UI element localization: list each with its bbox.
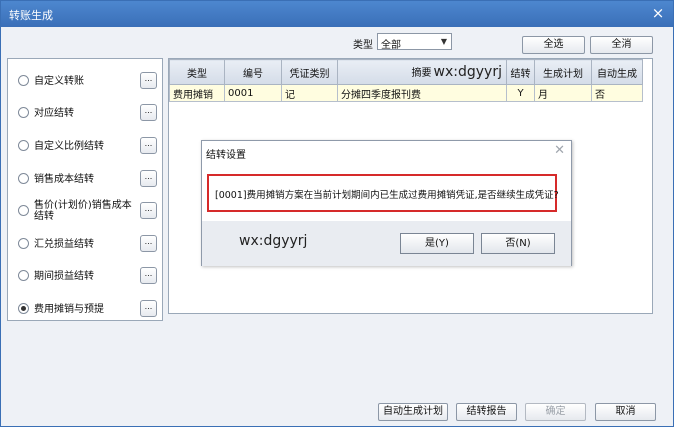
chevron-down-icon: ▼ xyxy=(440,37,447,46)
ok-button[interactable]: 确定 xyxy=(525,403,586,421)
option-label: 销售成本结转 xyxy=(34,174,94,185)
more-button[interactable]: ... xyxy=(140,170,157,187)
radio-icon[interactable] xyxy=(18,205,29,216)
close-icon[interactable]: × xyxy=(649,4,667,22)
yes-button[interactable]: 是(Y) xyxy=(400,233,474,254)
select-all-button[interactable]: 全选 xyxy=(522,36,585,54)
cell-number[interactable]: 0001 xyxy=(224,84,282,102)
more-button[interactable]: ... xyxy=(140,202,157,219)
close-icon[interactable]: ✕ xyxy=(554,143,565,158)
col-auto-header[interactable]: 自动生成 xyxy=(591,59,643,85)
cell-plan[interactable]: 月 xyxy=(534,84,592,102)
col-number-header[interactable]: 编号 xyxy=(224,59,282,85)
cell-summary[interactable]: 分摊四季度报刊费 xyxy=(337,84,507,102)
table-header-row: 类型 编号 凭证类别 摘要 wx:dgyyrj 结转 生成计划 自动生成 xyxy=(169,59,643,85)
cancel-button[interactable]: 取消 xyxy=(595,403,656,421)
radio-icon[interactable] xyxy=(18,238,29,249)
radio-icon[interactable] xyxy=(18,270,29,281)
col-plan-header[interactable]: 生成计划 xyxy=(534,59,592,85)
cell-auto[interactable]: 否 xyxy=(591,84,643,102)
col-transfer-header[interactable]: 结转 xyxy=(506,59,535,85)
cell-voucher-class[interactable]: 记 xyxy=(281,84,338,102)
transfer-report-button[interactable]: 结转报告 xyxy=(456,403,517,421)
clear-all-button[interactable]: 全消 xyxy=(590,36,653,54)
option-label: 对应结转 xyxy=(34,108,74,119)
dialog-title: 结转设置 xyxy=(206,150,246,161)
option-label: 售价(计划价)销售成本结转 xyxy=(34,200,132,222)
option-label: 自定义比例结转 xyxy=(34,141,104,152)
window-title: 转账生成 xyxy=(9,9,53,22)
option-custom-transfer[interactable]: 自定义转账 ... xyxy=(8,67,162,95)
more-button[interactable]: ... xyxy=(140,267,157,284)
option-exchange-gain-loss-transfer[interactable]: 汇兑损益结转 ... xyxy=(8,230,162,258)
title-bar[interactable]: 转账生成 × xyxy=(1,1,673,27)
cell-type[interactable]: 费用摊销 xyxy=(169,84,225,102)
dialog-footer: wx:dgyyrj 是(Y) 否(N) xyxy=(202,221,571,266)
type-filter-value: 全部 xyxy=(381,40,401,51)
option-label: 期间损益结转 xyxy=(34,271,94,282)
watermark-text: wx:dgyyrj xyxy=(239,233,308,249)
no-button[interactable]: 否(N) xyxy=(481,233,555,254)
radio-icon[interactable] xyxy=(18,75,29,86)
option-label: 自定义转账 xyxy=(34,76,84,87)
option-label: 汇兑损益结转 xyxy=(34,239,94,250)
cell-transfer[interactable]: Y xyxy=(506,84,535,102)
dialog-message: [0001]费用摊销方案在当前计划期间内已生成过费用摊销凭证,是否继续生成凭证? xyxy=(215,190,559,201)
col-summary-header[interactable]: 摘要 wx:dgyyrj xyxy=(337,59,507,85)
option-plan-price-sales-cost-transfer[interactable]: 售价(计划价)销售成本结转 ... xyxy=(8,197,162,225)
more-button[interactable]: ... xyxy=(140,300,157,317)
type-filter-label: 类型 xyxy=(353,40,373,51)
col-voucher-class-header[interactable]: 凭证类别 xyxy=(281,59,338,85)
radio-checked-icon[interactable] xyxy=(18,303,29,314)
option-sales-cost-transfer[interactable]: 销售成本结转 ... xyxy=(8,165,162,193)
option-period-profit-loss-transfer[interactable]: 期间损益结转 ... xyxy=(8,262,162,290)
watermark-text: wx:dgyyrj xyxy=(433,64,502,80)
col-summary-label: 摘要 xyxy=(411,68,432,79)
radio-icon[interactable] xyxy=(18,107,29,118)
option-custom-ratio-transfer[interactable]: 自定义比例结转 ... xyxy=(8,132,162,160)
table-row[interactable]: 费用摊销 0001 记 分摊四季度报刊费 Y 月 否 xyxy=(169,84,643,102)
more-button[interactable]: ... xyxy=(140,235,157,252)
message-highlight-box: [0001]费用摊销方案在当前计划期间内已生成过费用摊销凭证,是否继续生成凭证? xyxy=(207,174,559,212)
more-button[interactable]: ... xyxy=(140,104,157,121)
auto-generate-plan-button[interactable]: 自动生成计划 xyxy=(378,403,448,421)
more-button[interactable]: ... xyxy=(140,72,157,89)
col-type-header[interactable]: 类型 xyxy=(169,59,225,85)
option-expense-amortization[interactable]: 费用摊销与预提 ... xyxy=(8,295,162,323)
radio-icon[interactable] xyxy=(18,140,29,151)
transfer-settings-dialog: 结转设置 ✕ [0001]费用摊销方案在当前计划期间内已生成过费用摊销凭证,是否… xyxy=(201,140,572,266)
option-corresponding-transfer[interactable]: 对应结转 ... xyxy=(8,99,162,127)
type-filter-select[interactable]: 全部 ▼ xyxy=(377,33,452,51)
transfer-table: 类型 编号 凭证类别 摘要 wx:dgyyrj 结转 生成计划 自动生成 费用摊销… xyxy=(169,59,643,102)
more-button[interactable]: ... xyxy=(140,137,157,154)
option-label: 费用摊销与预提 xyxy=(34,304,104,315)
transfer-type-panel: 自定义转账 ... 对应结转 ... 自定义比例结转 ... 销售成本结转 ..… xyxy=(7,58,163,321)
radio-icon[interactable] xyxy=(18,173,29,184)
